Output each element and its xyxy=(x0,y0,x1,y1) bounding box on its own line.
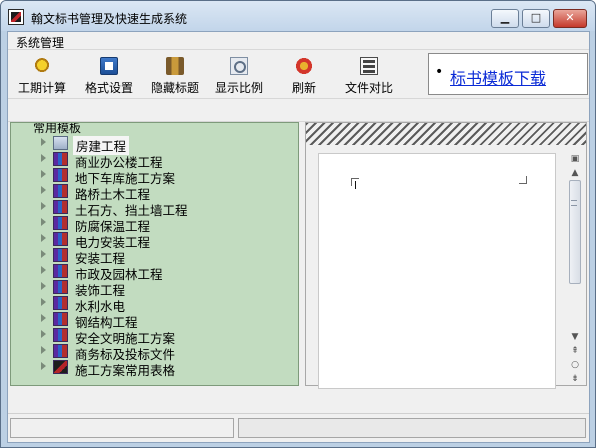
tree-root-label[interactable]: 常用模板 xyxy=(33,123,81,135)
template-book-icon xyxy=(53,264,68,278)
hide-title-button[interactable]: 隐藏标题 xyxy=(146,53,204,95)
crop-mark-right xyxy=(519,176,527,184)
menu-bar: 系统管理 xyxy=(8,32,589,50)
toolbar-strip xyxy=(8,98,589,122)
hide-title-label: 隐藏标题 xyxy=(150,81,199,95)
template-tree[interactable]: 常用模板 房建工程 商业办公楼工程 地下车库施工方案 路桥土木工程 土石方、挡土墙工程防… xyxy=(10,122,299,386)
client-area: 系统管理 工期计算 格式设置 隐藏标题 显示比例 刷新 文件对比 • 标书模板下… xyxy=(7,31,590,443)
template-book-icon xyxy=(53,312,68,326)
expand-arrow-icon[interactable] xyxy=(41,138,46,146)
expand-arrow-icon[interactable] xyxy=(41,282,46,290)
expand-arrow-icon[interactable] xyxy=(41,202,46,210)
template-book-icon xyxy=(53,200,68,214)
template-download-panel: • 标书模板下载 xyxy=(428,53,588,95)
menu-system-management[interactable]: 系统管理 xyxy=(16,34,64,51)
window-title: 翰文标书管理及快速生成系统 xyxy=(31,12,188,26)
toolbar: 工期计算 格式设置 隐藏标题 显示比例 刷新 文件对比 xyxy=(8,51,428,97)
close-button[interactable]: ✕ xyxy=(553,9,587,28)
file-compare-label: 文件对比 xyxy=(344,81,393,95)
title-bar[interactable]: 翰文标书管理及快速生成系统 ▁ □ ✕ xyxy=(1,1,595,31)
refresh-button[interactable]: 刷新 xyxy=(278,53,330,95)
status-pane-left xyxy=(10,418,234,438)
scroll-page-icon[interactable]: ▣ xyxy=(568,153,582,165)
expand-arrow-icon[interactable] xyxy=(41,314,46,322)
template-book-icon xyxy=(53,360,68,374)
calendar-calc-icon xyxy=(33,57,51,75)
template-book-icon xyxy=(53,184,68,198)
template-book-icon xyxy=(53,152,68,166)
template-book-icon xyxy=(53,136,68,150)
app-window: 翰文标书管理及快速生成系统 ▁ □ ✕ 系统管理 工期计算 格式设置 隐藏标题 … xyxy=(0,0,596,448)
format-settings-icon xyxy=(100,57,118,75)
scroll-grip-icon xyxy=(571,200,577,206)
template-book-icon xyxy=(53,280,68,294)
format-settings-button[interactable]: 格式设置 xyxy=(80,53,138,95)
scroll-thumb[interactable] xyxy=(569,180,581,284)
template-book-icon xyxy=(53,344,68,358)
scroll-up-arrow-icon[interactable]: ▲ xyxy=(568,167,582,179)
format-settings-label: 格式设置 xyxy=(84,81,133,95)
previous-page-icon[interactable]: ⇞ xyxy=(568,345,582,357)
select-browse-object-icon[interactable]: ○ xyxy=(568,359,582,371)
zoom-ratio-label: 显示比例 xyxy=(214,81,263,95)
expand-arrow-icon[interactable] xyxy=(41,154,46,162)
expand-arrow-icon[interactable] xyxy=(41,346,46,354)
refresh-label: 刷新 xyxy=(291,81,316,95)
template-book-icon xyxy=(53,232,68,246)
bullet: • xyxy=(435,64,444,80)
app-logo-icon xyxy=(8,9,24,25)
hide-title-icon xyxy=(166,57,184,75)
expand-arrow-icon[interactable] xyxy=(41,330,46,338)
zoom-ratio-button[interactable]: 显示比例 xyxy=(210,53,268,95)
expand-arrow-icon[interactable] xyxy=(41,298,46,306)
calc-schedule-label: 工期计算 xyxy=(17,81,66,95)
minimize-button[interactable]: ▁ xyxy=(491,9,519,28)
expand-arrow-icon[interactable] xyxy=(41,186,46,194)
template-book-icon xyxy=(53,168,68,182)
zoom-ratio-icon xyxy=(230,57,248,75)
file-compare-button[interactable]: 文件对比 xyxy=(338,53,400,95)
tree-item-label: 施工方案常用表格 xyxy=(75,363,176,378)
maximize-button[interactable]: □ xyxy=(522,9,550,28)
expand-arrow-icon[interactable] xyxy=(41,218,46,226)
document-page[interactable] xyxy=(318,153,556,389)
file-compare-icon xyxy=(360,57,378,75)
template-book-icon xyxy=(53,296,68,310)
ruler-hatch xyxy=(306,123,586,145)
refresh-icon xyxy=(295,57,313,75)
template-book-icon xyxy=(53,248,68,262)
text-caret xyxy=(355,181,356,189)
expand-arrow-icon[interactable] xyxy=(41,362,46,370)
expand-arrow-icon[interactable] xyxy=(41,170,46,178)
expand-arrow-icon[interactable] xyxy=(41,234,46,242)
calc-schedule-button[interactable]: 工期计算 xyxy=(14,53,70,95)
status-pane-right xyxy=(238,418,586,438)
expand-arrow-icon[interactable] xyxy=(41,266,46,274)
template-book-icon xyxy=(53,328,68,342)
status-bar xyxy=(8,413,589,439)
template-download-link[interactable]: 标书模板下载 xyxy=(450,65,546,89)
vertical-scrollbar[interactable]: ▣ ▲ ▼ ⇞ ○ ⇟ xyxy=(568,153,582,385)
template-book-icon xyxy=(53,216,68,230)
scroll-down-arrow-icon[interactable]: ▼ xyxy=(568,331,582,343)
document-preview[interactable]: ▣ ▲ ▼ ⇞ ○ ⇟ xyxy=(305,122,587,389)
expand-arrow-icon[interactable] xyxy=(41,250,46,258)
next-page-icon[interactable]: ⇟ xyxy=(568,373,582,385)
